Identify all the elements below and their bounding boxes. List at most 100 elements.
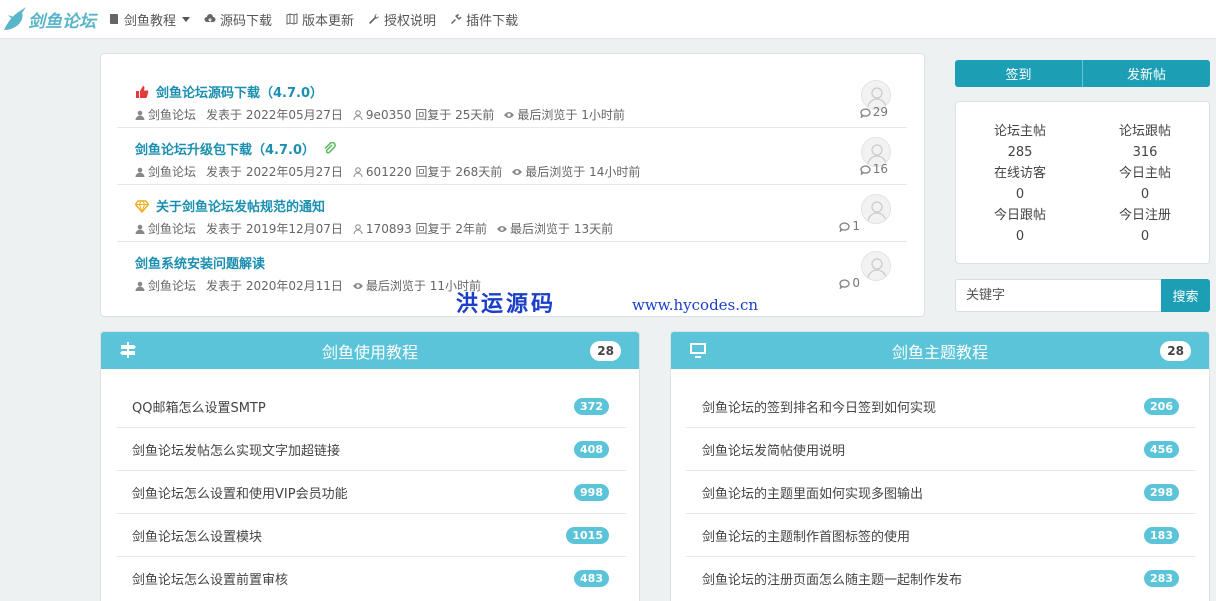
thread-posted: 发表于 2019年12月07日 <box>206 222 343 236</box>
comment-icon <box>860 107 871 118</box>
view-count-badge: 456 <box>1144 440 1179 458</box>
panel-header: 剑鱼使用教程 28 <box>101 332 639 369</box>
view-count-badge: 998 <box>574 483 609 501</box>
list-item[interactable]: 剑鱼论坛怎么设置模块 1015 <box>116 514 626 557</box>
list-item-label[interactable]: QQ邮箱怎么设置SMTP <box>132 397 266 416</box>
thumbs-up-icon <box>136 85 149 98</box>
signin-button[interactable]: 签到 <box>955 60 1083 87</box>
nav-license[interactable]: 授权说明 <box>368 10 436 29</box>
map-icon <box>286 13 298 25</box>
thread-author[interactable]: 剑鱼论坛 <box>148 277 196 294</box>
stat-value: 316 <box>1132 145 1158 160</box>
list-item[interactable]: 剑鱼论坛发帖怎么实现文字加超链接 408 <box>116 428 626 471</box>
view-count-badge: 483 <box>574 570 609 587</box>
nav-plugin-download[interactable]: 插件下载 <box>450 10 518 29</box>
search-input[interactable] <box>955 279 1161 312</box>
stat-label: 今日注册 <box>1118 208 1171 223</box>
search-form: 搜索 <box>955 279 1210 312</box>
thread-author[interactable]: 剑鱼论坛 <box>148 163 196 180</box>
thread-title[interactable]: 剑鱼系统安装问题解读 <box>135 253 265 272</box>
thread-item[interactable]: 剑鱼论坛升级包下载（4.7.0） 剑鱼论坛 发表于 2022年05月27日 60… <box>117 128 907 185</box>
stat-label: 论坛跟帖 <box>1118 124 1171 139</box>
stat-value: 0 <box>1015 229 1025 244</box>
stat-label: 今日跟帖 <box>993 208 1046 223</box>
eye-icon <box>497 225 507 232</box>
reply-count: 0 <box>839 276 860 290</box>
site-name: 剑鱼论坛 <box>28 11 96 32</box>
panel-count-badge: 28 <box>1160 341 1191 361</box>
thread-item[interactable]: 关于剑鱼论坛发帖规范的通知 剑鱼论坛 发表于 2019年12月07日 17089… <box>117 185 907 242</box>
stat-item: 今日跟帖 0 <box>960 205 1080 247</box>
nav-source-download[interactable]: 源码下载 <box>204 10 272 29</box>
list-item[interactable]: 剑鱼论坛怎么设置前置审核 483 <box>116 557 626 600</box>
new-post-button[interactable]: 发新帖 <box>1083 60 1210 87</box>
thread-author[interactable]: 剑鱼论坛 <box>148 106 196 123</box>
stat-label: 今日主帖 <box>1118 166 1171 181</box>
list-item-label[interactable]: 剑鱼论坛的签到排名和今日签到如何实现 <box>702 397 936 416</box>
nav-version-update[interactable]: 版本更新 <box>286 10 354 29</box>
list-item[interactable]: 剑鱼论坛的主题里面如何实现多图输出 298 <box>686 471 1196 514</box>
list-item-label[interactable]: 剑鱼论坛的注册页面怎么随主题一起制作发布 <box>702 569 962 588</box>
thread-meta: 剑鱼论坛 发表于 2022年05月27日 601220 回复于 268天前 最后… <box>135 163 650 180</box>
plug-icon <box>451 14 462 24</box>
thread-title[interactable]: 关于剑鱼论坛发帖规范的通知 <box>156 196 325 215</box>
comment-icon <box>839 221 851 232</box>
thread-meta: 剑鱼论坛 发表于 2020年02月11日 最后浏览于 11小时前 <box>135 277 491 294</box>
list-item-label[interactable]: 剑鱼论坛的主题制作首图标签的使用 <box>702 526 910 545</box>
top-navbar: 剑鱼论坛 剑鱼教程 源码下载 版本更新 授权说明 插件下载 <box>0 0 1216 39</box>
site-logo[interactable]: 剑鱼论坛 <box>2 5 96 33</box>
stat-item: 论坛主帖 285 <box>960 121 1080 163</box>
list-item[interactable]: 剑鱼论坛的签到排名和今日签到如何实现 206 <box>686 385 1196 428</box>
comment-icon <box>860 164 871 175</box>
forum-stats: 论坛主帖 285 论坛跟帖 316 在线访客 0 今日主帖 0 今日跟帖 0 今日注册 0 <box>955 101 1210 264</box>
eye-icon <box>352 282 363 289</box>
list-item-label[interactable]: 剑鱼论坛怎么设置和使用VIP会员功能 <box>132 483 348 502</box>
list-item[interactable]: QQ邮箱怎么设置SMTP 372 <box>116 385 626 428</box>
view-count-badge: 408 <box>574 440 609 458</box>
user-icon <box>135 281 145 291</box>
nav-tutorials[interactable]: 剑鱼教程 <box>108 10 191 29</box>
thread-last-viewed: 最后浏览于 1小时前 <box>517 108 625 122</box>
eye-icon <box>504 111 515 118</box>
list-item-label[interactable]: 剑鱼论坛的主题里面如何实现多图输出 <box>702 483 923 502</box>
stat-label: 在线访客 <box>993 166 1046 181</box>
thread-last-reply: 601220 回复于 268天前 <box>365 165 503 179</box>
nav-label: 源码下载 <box>220 13 273 29</box>
thread-title[interactable]: 剑鱼论坛源码下载（4.7.0） <box>156 82 323 101</box>
user-icon <box>135 110 145 120</box>
list-item[interactable]: 剑鱼论坛的主题制作首图标签的使用 183 <box>686 514 1196 557</box>
stat-label: 论坛主帖 <box>993 124 1046 139</box>
panel-title[interactable]: 剑鱼主题教程 <box>892 339 988 363</box>
view-count-badge: 206 <box>1144 397 1179 415</box>
main-nav: 剑鱼教程 源码下载 版本更新 授权说明 插件下载 <box>108 10 532 29</box>
avatar[interactable] <box>861 251 891 281</box>
view-count-badge: 283 <box>1144 570 1179 587</box>
thread-title[interactable]: 剑鱼论坛升级包下载（4.7.0） <box>135 139 315 158</box>
thread-item[interactable]: 剑鱼论坛源码下载（4.7.0） 剑鱼论坛 发表于 2022年05月27日 9e0… <box>117 71 907 128</box>
view-count-badge: 298 <box>1144 483 1179 501</box>
wrench-icon <box>369 14 380 24</box>
avatar[interactable] <box>861 194 891 224</box>
list-item[interactable]: 剑鱼论坛的注册页面怎么随主题一起制作发布 283 <box>686 557 1196 600</box>
watermark-text: 洪运源码 <box>456 291 557 317</box>
nav-label: 插件下载 <box>466 13 519 29</box>
search-button[interactable]: 搜索 <box>1161 279 1210 312</box>
panel-usage-tutorials: 剑鱼使用教程 28 QQ邮箱怎么设置SMTP 372 剑鱼论坛发帖怎么实现文字加超… <box>100 331 640 601</box>
list-item-label[interactable]: 剑鱼论坛发简帖使用说明 <box>702 440 845 459</box>
thread-meta: 剑鱼论坛 发表于 2022年05月27日 9e0350 回复于 25天前 最后浏… <box>135 106 635 123</box>
user-icon <box>135 224 145 234</box>
stat-value: 285 <box>1007 145 1033 160</box>
panel-title[interactable]: 剑鱼使用教程 <box>322 339 418 363</box>
list-item-label[interactable]: 剑鱼论坛怎么设置前置审核 <box>132 569 288 588</box>
swordfish-logo-icon <box>4 7 26 30</box>
chevron-down-icon <box>182 16 191 22</box>
stat-value: 0 <box>1140 187 1150 202</box>
list-item-label[interactable]: 剑鱼论坛发帖怎么实现文字加超链接 <box>132 440 340 459</box>
signpost-icon <box>120 342 136 358</box>
diamond-icon <box>135 199 149 213</box>
list-item[interactable]: 剑鱼论坛怎么设置和使用VIP会员功能 998 <box>116 471 626 514</box>
thread-author[interactable]: 剑鱼论坛 <box>148 220 196 237</box>
list-item-label[interactable]: 剑鱼论坛怎么设置模块 <box>132 526 262 545</box>
list-item[interactable]: 剑鱼论坛发简帖使用说明 456 <box>686 428 1196 471</box>
nav-label: 剑鱼教程 <box>124 13 177 29</box>
